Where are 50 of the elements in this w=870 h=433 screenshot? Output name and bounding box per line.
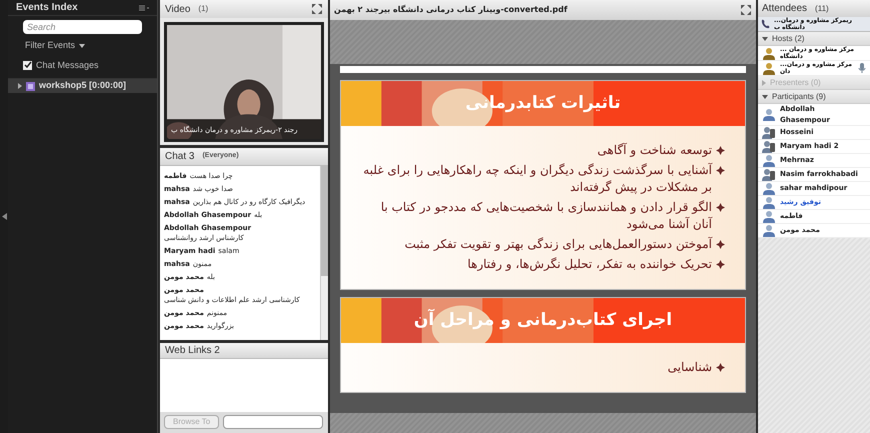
caret-down-icon[interactable] bbox=[762, 94, 768, 98]
person-icon bbox=[762, 210, 776, 223]
url-field[interactable] bbox=[223, 415, 324, 429]
phone-icon bbox=[761, 19, 770, 29]
caret-down-icon[interactable] bbox=[762, 36, 768, 40]
slide-bullet: شناسایی bbox=[668, 359, 712, 376]
bullet-icon bbox=[716, 166, 725, 175]
panel-title: Video bbox=[165, 2, 190, 16]
person-icon bbox=[762, 224, 776, 237]
group-header[interactable]: Participants (9) bbox=[758, 90, 870, 104]
checkbox[interactable] bbox=[23, 60, 32, 70]
document-title: وبینار کتاب درمانی دانشگاه بیرجند ۲ بهمن-converted.pdf bbox=[334, 4, 568, 16]
filter-events-dropdown[interactable]: Filter Events bbox=[25, 39, 76, 52]
panel-count: (1) bbox=[198, 3, 208, 15]
event-item[interactable]: workshop5 [0:00:00] bbox=[8, 79, 157, 93]
person-icon bbox=[762, 154, 776, 167]
host-icon bbox=[762, 46, 776, 60]
person-phone-icon bbox=[762, 126, 776, 139]
slide-bullet: آموختن دستورالعمل‌هایی برای زندگی بهتر و تقویت تفکر مثبت bbox=[404, 236, 712, 253]
expand-arrow-icon[interactable] bbox=[18, 83, 22, 89]
checkbox-label: Chat Messages bbox=[36, 58, 99, 72]
person-icon bbox=[762, 108, 776, 121]
panel-title: Web Links 2 bbox=[165, 344, 220, 358]
person-phone-icon bbox=[762, 168, 776, 181]
fullscreen-icon[interactable] bbox=[311, 3, 323, 15]
bullet-icon bbox=[716, 203, 725, 212]
group-header[interactable]: Hosts (2) bbox=[758, 32, 870, 46]
panel-title: Attendees bbox=[762, 2, 808, 16]
slide-bullet: توسعه شناخت و آگاهی bbox=[597, 142, 712, 159]
panel-title: Chat 3 bbox=[165, 150, 194, 164]
slide-bullet: آشنایی با سرگذشت زندگی دیگران و اینکه چه راهکارهایی را برای غلبه بر مشکلات در پیش گرفته‌اند bbox=[362, 162, 712, 196]
recording-icon bbox=[26, 82, 35, 90]
panel-count: (11) bbox=[815, 2, 829, 14]
bullet-icon bbox=[716, 240, 725, 249]
slide-bullet: الگو قرار دادن و همانندسازی با شخصیت‌هایی که مددجو در کتاب با آنان آشنا می‌شود bbox=[380, 199, 712, 233]
bullet-icon bbox=[716, 146, 725, 155]
menu-icon[interactable] bbox=[139, 4, 149, 10]
panel-title: Events Index bbox=[16, 1, 78, 15]
person-phone-icon bbox=[762, 140, 776, 153]
person-icon bbox=[762, 182, 776, 195]
scrollbar[interactable] bbox=[320, 166, 328, 340]
host-icon bbox=[762, 62, 776, 74]
slide-bullet: تحریک خواننده به تفکر، تحلیل نگرش‌ها، و رفتارها bbox=[467, 256, 712, 273]
fullscreen-icon[interactable] bbox=[740, 4, 752, 16]
event-label: workshop5 [0:00:00] bbox=[39, 79, 126, 92]
search-field[interactable]: Search bbox=[23, 20, 142, 34]
bullet-icon bbox=[716, 363, 725, 372]
caret-icon[interactable] bbox=[79, 44, 86, 48]
bullet-icon bbox=[716, 260, 725, 269]
person-icon bbox=[762, 196, 776, 209]
